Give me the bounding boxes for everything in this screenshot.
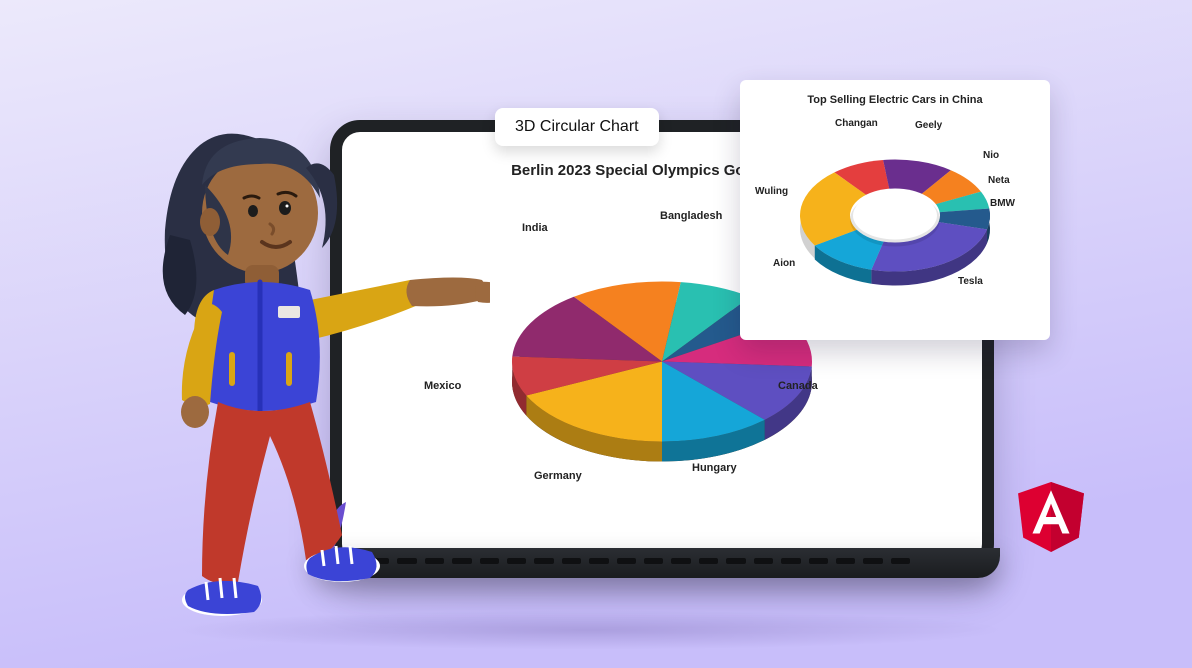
pie-label-germany: Germany xyxy=(534,470,582,482)
donut-label-geely: Geely xyxy=(915,120,942,131)
donut-label-wuling: Wuling xyxy=(755,186,788,197)
pie-label-india: India xyxy=(522,222,548,234)
donut-chart-card: Top Selling Electric Cars in China Chang… xyxy=(740,80,1050,340)
character-illustration xyxy=(110,90,490,650)
donut-label-tesla: Tesla xyxy=(958,276,983,287)
donut-label-neta: Neta xyxy=(988,175,1010,186)
donut-label-aion: Aion xyxy=(773,258,795,269)
pie-label-hungary: Hungary xyxy=(692,462,737,474)
donut-label-nio: Nio xyxy=(983,150,999,161)
pie-label-canada: Canada xyxy=(778,380,818,392)
chart-type-badge-label: 3D Circular Chart xyxy=(515,118,639,135)
donut-label-changan: Changan xyxy=(835,118,878,129)
donut-chart-title: Top Selling Electric Cars in China xyxy=(740,94,1050,106)
pie-label-bangladesh: Bangladesh xyxy=(660,210,722,222)
donut-label-bmw: BMW xyxy=(990,198,1015,209)
angular-logo-icon xyxy=(1018,482,1084,552)
chart-type-badge: 3D Circular Chart xyxy=(495,108,659,146)
